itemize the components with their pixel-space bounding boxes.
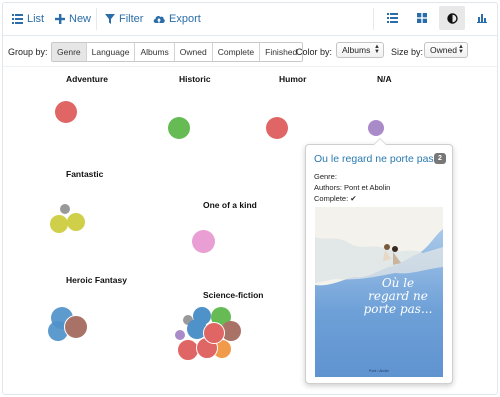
contrast-icon (446, 12, 458, 24)
group-label-science-fiction: Science-fiction (203, 290, 264, 300)
select-arrows-icon: ▲ ▼ (374, 44, 380, 55)
chart-view-button[interactable] (469, 6, 495, 30)
group-option-language[interactable]: Language (86, 43, 136, 61)
toolbar-divider (373, 8, 374, 30)
export-label: Export (169, 13, 201, 25)
list-view-button[interactable] (379, 6, 405, 30)
color-by-select[interactable]: Albums ▲ ▼ (336, 42, 384, 58)
toolbar: List New Filter Export (3, 3, 497, 36)
popover-title[interactable]: Ou le regard ne porte pas (314, 153, 434, 165)
group-by-label: Group by: (8, 47, 48, 57)
series-bubble[interactable] (55, 101, 77, 123)
group-label-na: N/A (377, 74, 392, 84)
popover-complete-label: Complete: (314, 194, 349, 203)
select-arrows-icon: ▲ ▼ (458, 44, 464, 55)
list-icon (12, 14, 23, 24)
popover-authors-row: Authors: Pont et Abolin (314, 183, 390, 192)
album-count-badge: 2 (434, 153, 446, 164)
group-label-one-of-a-kind: One of a kind (203, 200, 257, 210)
bar-chart-icon (477, 14, 487, 23)
group-option-albums[interactable]: Albums (135, 43, 175, 61)
series-bubble[interactable] (203, 322, 225, 344)
group-option-complete[interactable]: Complete (212, 43, 261, 61)
controls-bar: Group by: Genre Language Albums Owned Co… (3, 36, 497, 67)
cover-credit-text: Pont • Abolin (369, 369, 389, 373)
series-bubble[interactable] (168, 117, 190, 139)
size-by-value: Owned (430, 45, 457, 55)
popover-authors-label: Authors: (314, 183, 342, 192)
list-button[interactable]: List (12, 11, 44, 27)
cover-title-text: Où le regard ne porte pas... (363, 276, 433, 316)
group-label-historic: Historic (179, 74, 211, 84)
size-by-select[interactable]: Owned ▲ ▼ (424, 42, 468, 58)
plus-icon (55, 14, 65, 24)
new-label: New (69, 13, 92, 25)
series-bubble[interactable] (64, 315, 88, 339)
popover-complete-row: Complete: ✔ (314, 194, 357, 203)
filter-label: Filter (119, 13, 144, 25)
group-by-segmented: Genre Language Albums Owned Complete Fin… (51, 42, 304, 62)
bubble-view-button[interactable] (439, 6, 465, 30)
series-bubble[interactable] (192, 230, 215, 253)
check-icon: ✔ (350, 194, 357, 203)
series-bubble-selected[interactable] (368, 120, 384, 136)
series-bubble[interactable] (175, 330, 185, 340)
filter-icon (105, 14, 115, 24)
group-label-adventure: Adventure (66, 74, 109, 84)
group-label-heroic-fantasy: Heroic Fantasy (66, 275, 127, 285)
group-label-humor: Humor (279, 74, 307, 84)
series-bubble[interactable] (60, 204, 70, 214)
color-by-label: Color by: (296, 47, 333, 57)
cloud-upload-icon (153, 15, 165, 23)
list-view-icon (386, 13, 398, 23)
group-option-genre[interactable]: Genre (52, 43, 87, 61)
size-by-label: Size by: (391, 47, 424, 57)
grid-view-button[interactable] (409, 6, 435, 30)
popover-authors-value: Pont et Abolin (344, 183, 391, 192)
export-button[interactable]: Export (153, 11, 201, 27)
app-frame: List New Filter Export Group by: Genre L… (2, 2, 498, 395)
toolbar-divider (96, 8, 97, 30)
filter-button[interactable]: Filter (105, 11, 143, 27)
popover-genre-label: Genre: (314, 172, 337, 181)
color-by-value: Albums (342, 45, 371, 55)
series-bubble[interactable] (67, 213, 85, 231)
album-cover-image: Où le regard ne porte pas... Pont • Abol… (315, 207, 443, 377)
series-bubble[interactable] (266, 117, 288, 139)
series-bubble[interactable] (50, 215, 68, 233)
grid-view-icon (417, 13, 427, 23)
group-label-fantastic: Fantastic (66, 169, 104, 179)
list-label: List (27, 13, 45, 25)
group-option-owned[interactable]: Owned (174, 43, 213, 61)
new-button[interactable]: New (55, 11, 91, 27)
series-popover: Ou le regard ne porte pas 2 Genre: Autho… (305, 138, 453, 384)
